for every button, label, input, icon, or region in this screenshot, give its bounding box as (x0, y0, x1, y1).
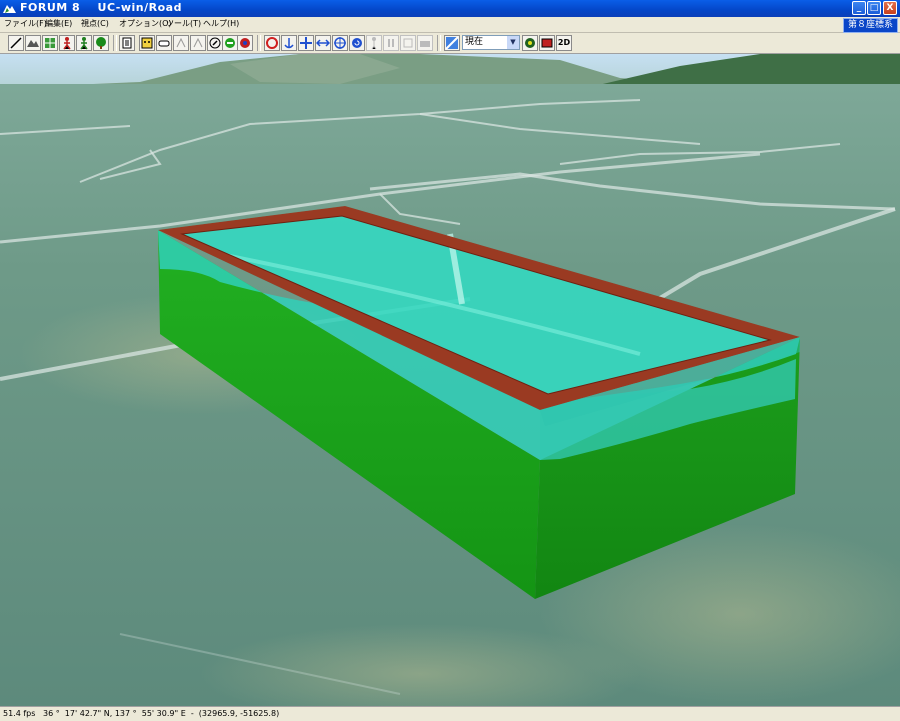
anchor-icon[interactable] (281, 35, 297, 51)
document-icon[interactable] (119, 35, 135, 51)
toolbar-separator (437, 35, 441, 51)
refresh-icon[interactable] (349, 35, 365, 51)
window-title: FORUM 8 UC-win/Road (20, 1, 182, 14)
model-icon[interactable] (237, 35, 253, 51)
pan-icon[interactable] (315, 35, 331, 51)
menu-help[interactable]: ヘルプ(H) (203, 18, 239, 29)
road-icon[interactable] (8, 35, 24, 51)
car-icon[interactable] (156, 35, 172, 51)
grid-icon[interactable] (42, 35, 58, 51)
app-logo-icon (3, 5, 16, 13)
rotate-icon[interactable] (222, 35, 238, 51)
person-red-icon[interactable] (59, 35, 75, 51)
menu-bar: ファイル(F) 編集(E) 視点(C) オプション(O) ツール(T) ヘルプ(… (0, 17, 900, 33)
menu-tools[interactable]: ツール(T) (166, 18, 201, 29)
record-icon[interactable] (400, 35, 416, 51)
camera-icon[interactable] (417, 35, 433, 51)
chevron-down-icon[interactable]: ▼ (507, 36, 519, 49)
toolbar-separator (113, 35, 117, 51)
time-select[interactable]: 現在 ▼ (462, 35, 520, 50)
status-bar: 51.4 fps 36 ° 17' 42.7" N, 137 ° 55' 30.… (0, 706, 900, 721)
route-icon[interactable] (173, 35, 189, 51)
move-view-icon[interactable] (298, 35, 314, 51)
3d-viewport[interactable] (0, 54, 900, 706)
time-select-value: 現在 (465, 37, 484, 47)
walk-icon[interactable] (366, 35, 382, 51)
scene[interactable] (0, 54, 900, 706)
tree-icon[interactable] (93, 35, 109, 51)
route-icon[interactable] (190, 35, 206, 51)
menu-file[interactable]: ファイル(F) (4, 18, 47, 29)
minimize-button[interactable]: _ (852, 1, 866, 15)
pause-icon[interactable] (383, 35, 399, 51)
maximize-button[interactable]: □ (867, 1, 881, 15)
menu-view[interactable]: 視点(C) (81, 18, 109, 29)
toolbar: 2D (0, 33, 900, 54)
face-icon[interactable] (139, 35, 155, 51)
rotate-view-icon[interactable] (264, 35, 280, 51)
terrain-icon[interactable] (25, 35, 41, 51)
photo-icon[interactable] (539, 35, 555, 51)
fps-readout: 51.4 fps (3, 709, 36, 718)
title-bar: FORUM 8 UC-win/Road _ □ X (0, 0, 900, 17)
menu-edit[interactable]: 編集(E) (45, 18, 72, 29)
navigate-icon[interactable] (207, 35, 223, 51)
close-button[interactable]: X (883, 1, 897, 15)
coordinate-system-badge[interactable]: 第８座標系 (842, 18, 898, 33)
clock-icon[interactable] (444, 35, 460, 51)
toolbar-separator (257, 35, 261, 51)
target-icon[interactable] (332, 35, 348, 51)
menu-options[interactable]: オプション(O) (119, 18, 172, 29)
settings-icon[interactable] (522, 35, 538, 51)
coordinate-readout: 36 ° 17' 42.7" N, 137 ° 55' 30.9" E - (3… (43, 709, 280, 718)
view-2d-button[interactable]: 2D (556, 35, 572, 51)
person-green-icon[interactable] (76, 35, 92, 51)
